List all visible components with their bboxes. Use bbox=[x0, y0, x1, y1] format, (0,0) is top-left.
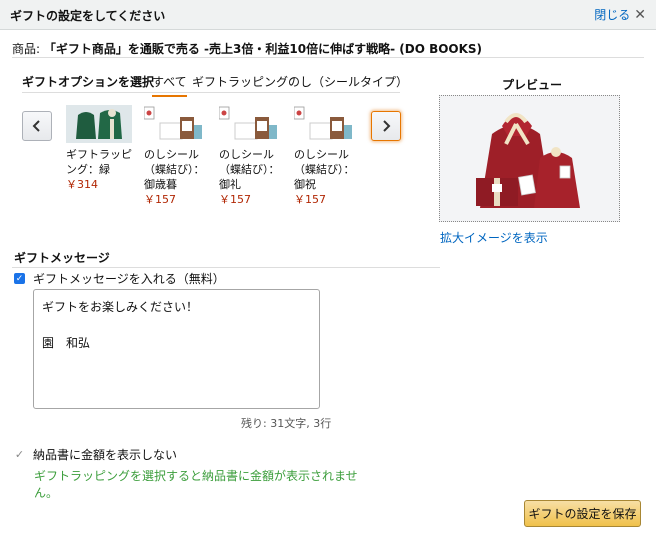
include-message-checkbox[interactable]: ✓ ギフトメッセージを入れる（無料） bbox=[14, 270, 225, 287]
enlarge-image-link[interactable]: 拡大イメージを表示 bbox=[440, 229, 548, 246]
divider bbox=[12, 57, 644, 58]
hide-price-label[interactable]: 納品書に金額を表示しない bbox=[33, 446, 177, 463]
gift-option-item[interactable]: のしシール（蝶結び）：御礼 ￥157 bbox=[218, 105, 287, 207]
product-label: 商品: bbox=[12, 42, 41, 56]
gift-message-title: ギフトメッセージ bbox=[14, 251, 110, 265]
item-price: ￥314 bbox=[66, 178, 98, 191]
carousel-next-button[interactable] bbox=[371, 111, 401, 141]
gift-option-item[interactable]: のしシール（蝶結び）：御祝 ￥157 bbox=[293, 105, 362, 207]
close-label[interactable]: 閉じる bbox=[594, 6, 630, 23]
noshi-seal-image[interactable] bbox=[293, 105, 360, 143]
gift-message-textarea[interactable]: ギフトをお楽しみください！ 園 和弘 bbox=[33, 289, 320, 409]
item-name: のしシール（蝶結び）：御歳暮 bbox=[144, 148, 205, 191]
chevron-right-icon bbox=[381, 117, 391, 136]
gift-options-label: ギフトオプションを選択 bbox=[22, 75, 155, 89]
product-line: 商品: 「ギフト商品」を通販で売る -売上3倍・利益10倍に伸ばす戦略- (DO… bbox=[12, 40, 482, 57]
item-price: ￥157 bbox=[144, 193, 176, 206]
noshi-seal-image[interactable] bbox=[218, 105, 285, 143]
modal-title: ギフトの設定をしてください bbox=[10, 9, 166, 23]
close-icon[interactable]: ✕ bbox=[634, 8, 646, 22]
item-price: ￥157 bbox=[219, 193, 251, 206]
product-name: 「ギフト商品」を通販で売る -売上3倍・利益10倍に伸ばす戦略- (DO BOO… bbox=[43, 42, 483, 56]
item-price: ￥157 bbox=[294, 193, 326, 206]
hide-price-checkbox[interactable]: ✓ 納品書に金額を表示しない bbox=[14, 446, 177, 463]
divider bbox=[12, 267, 440, 268]
invoice-note: ギフトラッピングを選択すると納品書に金額が表示されません。 bbox=[34, 469, 358, 500]
preview-title: プレビュー bbox=[502, 78, 563, 92]
tab-all[interactable]: すべて bbox=[152, 73, 187, 97]
checkmark-icon[interactable]: ✓ bbox=[14, 448, 25, 461]
remaining-characters: 残り: 31文字, 3行 bbox=[241, 417, 332, 430]
gift-option-item[interactable]: のしシール（蝶結び）：御歳暮 ￥157 bbox=[143, 105, 212, 207]
gift-option-item[interactable]: ギフトラッピング：緑 ￥314 bbox=[66, 105, 134, 192]
checkmark-icon[interactable]: ✓ bbox=[14, 273, 25, 284]
item-name: ギフトラッピング：緑 bbox=[66, 148, 132, 176]
close-button[interactable]: 閉じる ✕ bbox=[594, 6, 646, 23]
gift-wrapping-image[interactable] bbox=[66, 105, 132, 143]
tabs-divider bbox=[22, 92, 400, 93]
save-gift-settings-button[interactable]: ギフトの設定を保存 bbox=[524, 500, 641, 527]
item-name: のしシール（蝶結び）：御礼 bbox=[219, 148, 280, 191]
preview-image bbox=[439, 95, 620, 222]
include-message-label[interactable]: ギフトメッセージを入れる（無料） bbox=[33, 270, 225, 287]
noshi-seal-image[interactable] bbox=[143, 105, 210, 143]
item-name: のしシール（蝶結び）：御祝 bbox=[294, 148, 355, 191]
carousel-prev-button[interactable] bbox=[22, 111, 52, 141]
chevron-left-icon bbox=[32, 117, 42, 136]
modal-header: ギフトの設定をしてください 閉じる ✕ bbox=[0, 0, 656, 30]
